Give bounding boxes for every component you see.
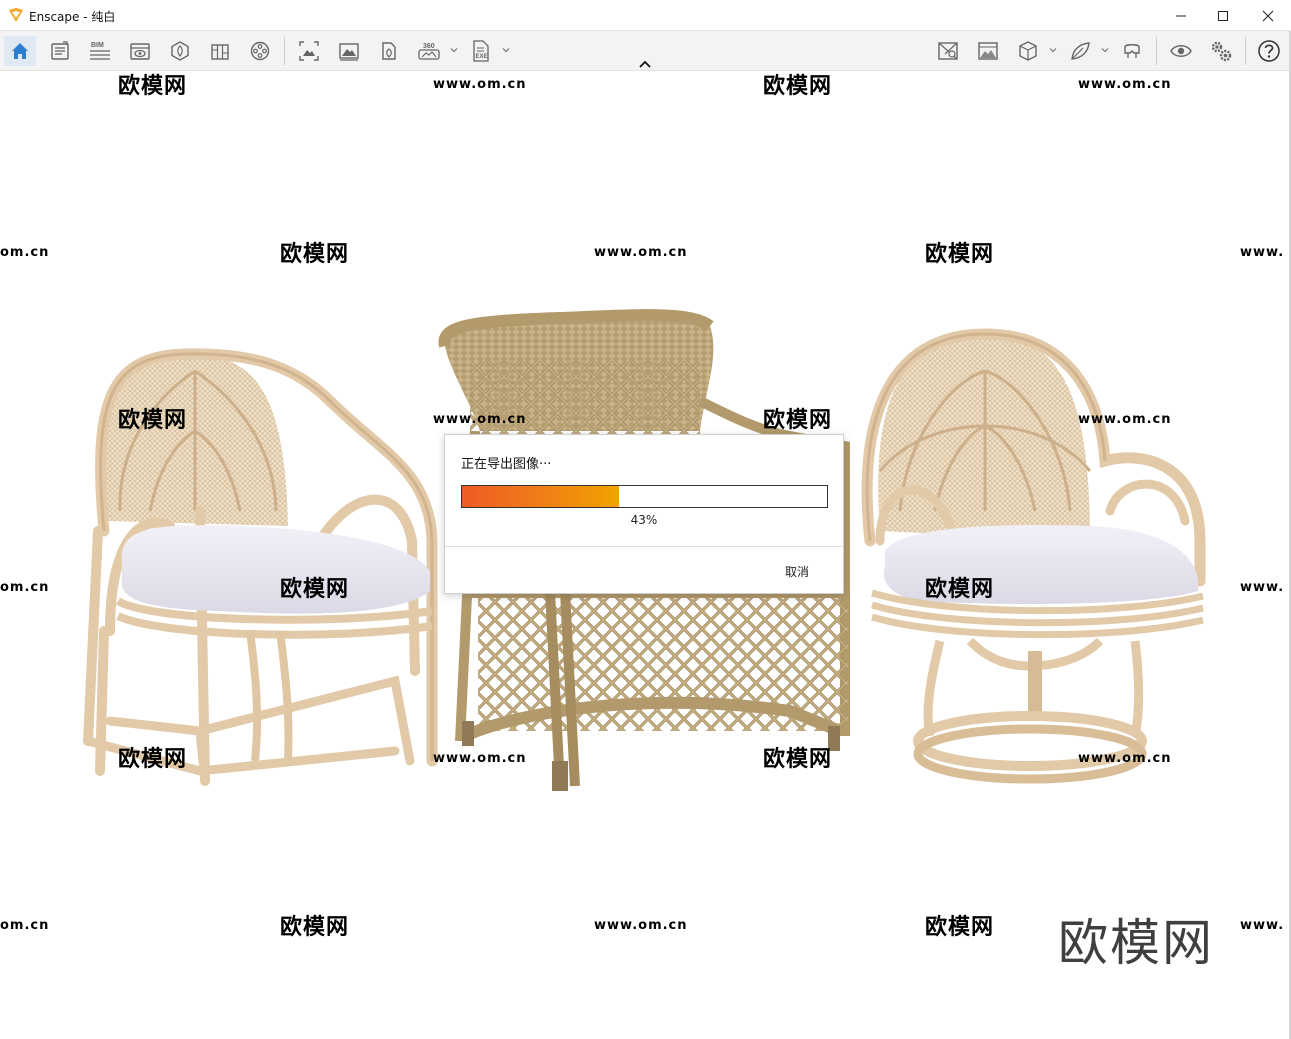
watermark-url-partial: om.cn [0, 918, 49, 933]
watermark-brand: 欧模网 [925, 576, 994, 602]
map-button[interactable] [932, 36, 964, 66]
watermark-url: www.om.cn [1078, 412, 1172, 427]
watermark-brand: 欧模网 [280, 576, 349, 602]
watermark-brand: 欧模网 [118, 73, 187, 99]
visual-dropdown-chevron-icon[interactable] [1100, 45, 1110, 55]
bim-button[interactable]: BIM [84, 36, 116, 66]
maximize-button[interactable] [1200, 0, 1246, 31]
watermark-url: www.om.cn [1078, 77, 1172, 92]
exe-dropdown-chevron-icon[interactable] [501, 45, 511, 55]
progress-bar-fill [462, 486, 619, 507]
screenshot-button[interactable] [293, 36, 325, 66]
view-management-icon [130, 43, 150, 60]
cube-view-button[interactable] [1012, 36, 1044, 66]
site-context-button[interactable] [164, 36, 196, 66]
eye-button[interactable] [1165, 36, 1197, 66]
exe-export-button[interactable]: EXE [465, 36, 497, 66]
toolbar-separator [1156, 37, 1157, 65]
bim-icon-label: BIM [91, 42, 104, 49]
settings-button[interactable] [1205, 36, 1237, 66]
watermark-url: www.om.cn [433, 751, 527, 766]
watermark-brand: 欧模网 [280, 241, 349, 267]
panorama-360-button[interactable]: 360 [413, 36, 445, 66]
watermark-url-partial: om.cn [0, 580, 49, 595]
exe-export-label: EXE [476, 54, 488, 60]
watermark-brand: 欧模网 [763, 746, 832, 772]
material-editor-icon [211, 44, 229, 60]
export-progress-bar [461, 485, 828, 508]
material-editor-button[interactable] [204, 36, 236, 66]
minimize-icon [1176, 15, 1186, 16]
video-editor-icon [250, 41, 270, 61]
exe-export-icon: EXE [473, 40, 489, 62]
help-button[interactable] [1253, 36, 1285, 66]
progress-percentage: 43% [630, 513, 658, 527]
site-context-icon [171, 41, 189, 61]
cube-dropdown-chevron-icon[interactable] [1048, 45, 1058, 55]
home-icon [12, 43, 28, 59]
watermark-url-partial: www. [1240, 245, 1284, 260]
watermark-url: www.om.cn [433, 412, 527, 427]
enscape-logo-icon [9, 8, 23, 22]
vr-headset-icon [1124, 44, 1140, 58]
right-swivel-rattan-armchair [861, 328, 1206, 784]
watermark-url-partial: om.cn [0, 245, 49, 260]
watermark-brand: 欧模网 [118, 407, 187, 433]
maximize-icon [1218, 10, 1228, 21]
map-icon [938, 42, 958, 60]
watermark-url: www.om.cn [1078, 751, 1172, 766]
window-title: Enscape - 纯白 [29, 10, 116, 24]
asset-library-button[interactable] [44, 36, 76, 66]
watermark-url: www.om.cn [594, 245, 688, 260]
atmosphere-icon [978, 42, 998, 60]
watermark-brand: 欧模网 [925, 241, 994, 267]
bim-icon: BIM [90, 42, 110, 60]
panorama-button[interactable] [373, 36, 405, 66]
watermark-brand: 欧模网 [280, 914, 349, 940]
cancel-button[interactable]: 取消 [767, 560, 827, 582]
minimize-button[interactable] [1158, 0, 1204, 31]
toolbar-separator [1245, 37, 1246, 65]
settings-gears-icon [1211, 41, 1232, 62]
watermark-url-partial: www. [1240, 580, 1284, 595]
asset-library-icon [51, 41, 69, 60]
close-button[interactable] [1245, 0, 1291, 31]
screenshot-icon [299, 41, 319, 61]
watermark-url: www.om.cn [433, 77, 527, 92]
eye-icon [1170, 45, 1192, 57]
panorama-dropdown-chevron-icon[interactable] [449, 45, 459, 55]
panorama-360-icon: 360 [418, 43, 440, 60]
export-progress-dialog: 正在导出图像··· 43% 取消 [444, 434, 844, 594]
watermark-brand: 欧模网 [118, 746, 187, 772]
batch-render-icon [339, 43, 359, 61]
vr-headset-button[interactable] [1116, 36, 1148, 66]
title-bar: Enscape - 纯白 [0, 0, 1291, 31]
dialog-title: 正在导出图像··· [461, 457, 552, 472]
watermark-brand: 欧模网 [763, 407, 832, 433]
view-management-button[interactable] [124, 36, 156, 66]
chevron-up-icon [639, 60, 651, 68]
video-editor-button[interactable] [244, 36, 276, 66]
help-icon [1258, 40, 1280, 62]
watermark-url-partial: www. [1240, 918, 1284, 933]
watermark-brand: 欧模网 [763, 73, 832, 99]
close-icon [1262, 10, 1274, 21]
batch-render-button[interactable] [333, 36, 365, 66]
toolbar-separator [284, 37, 285, 65]
atmosphere-button[interactable] [972, 36, 1004, 66]
home-button[interactable] [4, 36, 36, 66]
visual-settings-button[interactable] [1064, 36, 1096, 66]
collapse-toolbar-button[interactable] [634, 56, 656, 72]
panorama-icon [382, 42, 396, 60]
watermark-logo-large: 欧模网 [1058, 914, 1214, 972]
panorama-360-label: 360 [423, 43, 435, 50]
dialog-divider [445, 546, 843, 547]
visual-settings-icon [1071, 42, 1090, 60]
watermark-url: www.om.cn [594, 918, 688, 933]
watermark-brand: 欧模网 [925, 914, 994, 940]
cube-view-icon [1019, 41, 1037, 61]
